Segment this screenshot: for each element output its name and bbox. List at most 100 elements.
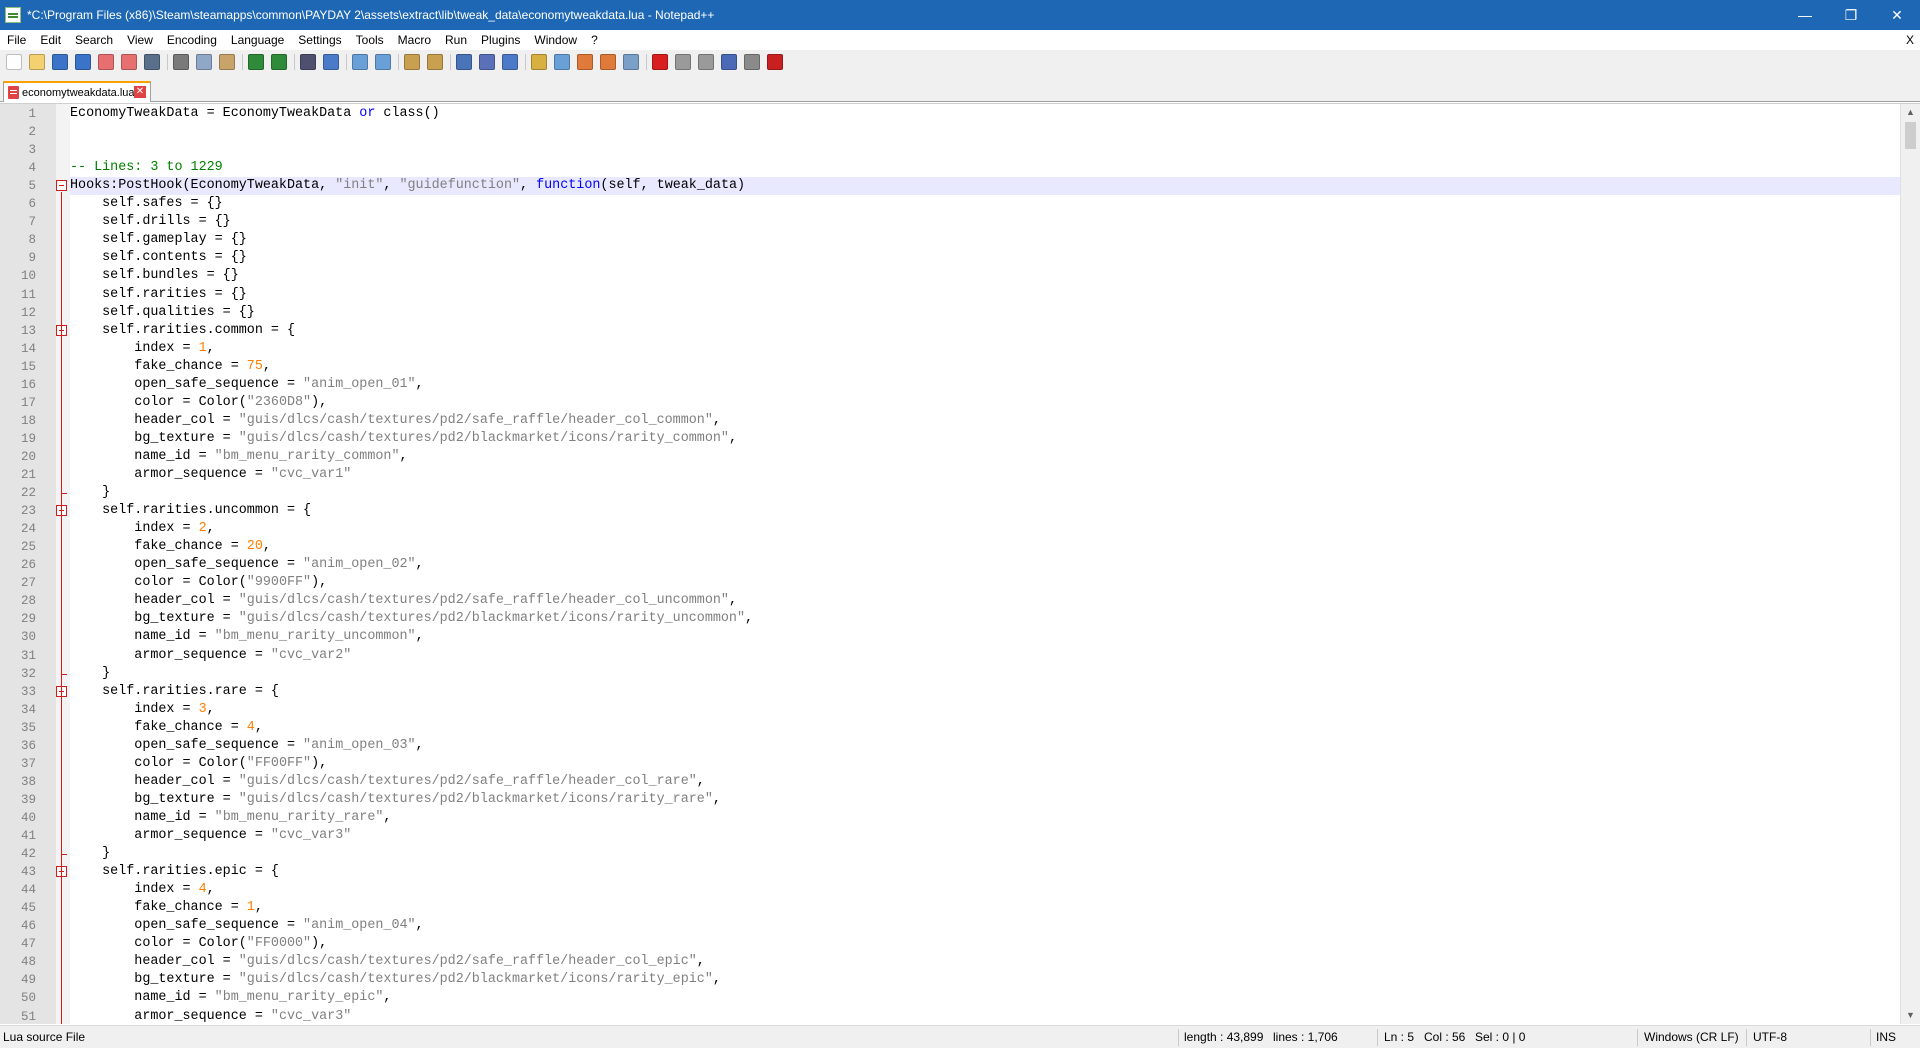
code-line[interactable]: Hooks:PostHook(EconomyTweakData, "init",… — [70, 177, 1900, 196]
monitoring-icon[interactable] — [623, 54, 639, 70]
code-line[interactable]: self.bundles = {} — [70, 267, 1900, 285]
show-all-chars-icon[interactable] — [479, 54, 495, 70]
zoom-out-icon[interactable] — [375, 54, 391, 70]
code-line[interactable]: color = Color("9900FF"), — [70, 574, 1900, 592]
menu-tools[interactable]: Tools — [349, 30, 391, 50]
find-icon[interactable] — [300, 54, 316, 70]
code-line[interactable]: fake_chance = 1, — [70, 899, 1900, 917]
tab-economytweakdata[interactable]: economytweakdata.lua ✕ — [3, 81, 151, 102]
udl-icon[interactable] — [531, 54, 547, 70]
play-macro-icon[interactable] — [698, 54, 714, 70]
menu-macro[interactable]: Macro — [391, 30, 438, 50]
undo-icon[interactable] — [248, 54, 264, 70]
code-line[interactable]: self.rarities.epic = { — [70, 863, 1900, 881]
menu-plugins[interactable]: Plugins — [474, 30, 527, 50]
code-line[interactable]: open_safe_sequence = "anim_open_02", — [70, 556, 1900, 574]
zoom-in-icon[interactable] — [352, 54, 368, 70]
menu-edit[interactable]: Edit — [33, 30, 68, 50]
code-line[interactable]: open_safe_sequence = "anim_open_01", — [70, 376, 1900, 394]
code-line[interactable]: self.rarities = {} — [70, 286, 1900, 304]
code-line[interactable]: header_col = "guis/dlcs/cash/textures/pd… — [70, 412, 1900, 430]
code-line[interactable]: self.rarities.common = { — [70, 322, 1900, 340]
code-line[interactable]: EconomyTweakData = EconomyTweakData or c… — [70, 105, 1900, 123]
stop-macro-icon[interactable] — [675, 54, 691, 70]
scroll-up-icon[interactable]: ▲ — [1901, 104, 1920, 121]
code-line[interactable]: armor_sequence = "cvc_var3" — [70, 827, 1900, 845]
code-line[interactable]: fake_chance = 20, — [70, 538, 1900, 556]
code-line[interactable]: open_safe_sequence = "anim_open_03", — [70, 737, 1900, 755]
code-line[interactable]: header_col = "guis/dlcs/cash/textures/pd… — [70, 592, 1900, 610]
close-all-icon[interactable] — [121, 54, 137, 70]
code-line[interactable]: color = Color("FF00FF"), — [70, 755, 1900, 773]
restore-button[interactable]: ❐ — [1828, 0, 1874, 30]
indent-guide-icon[interactable] — [502, 54, 518, 70]
word-wrap-icon[interactable] — [456, 54, 472, 70]
menu-help[interactable]: ? — [584, 30, 605, 50]
save-all-icon[interactable] — [75, 54, 91, 70]
code-line[interactable]: color = Color("FF0000"), — [70, 935, 1900, 953]
code-line[interactable]: armor_sequence = "cvc_var3" — [70, 1008, 1900, 1025]
code-line[interactable]: bg_texture = "guis/dlcs/cash/textures/pd… — [70, 430, 1900, 448]
scrollbar-thumb[interactable] — [1905, 122, 1916, 149]
code-line[interactable]: color = Color("2360D8"), — [70, 394, 1900, 412]
code-line[interactable]: self.safes = {} — [70, 195, 1900, 213]
code-line[interactable]: } — [70, 665, 1900, 683]
cut-icon[interactable] — [173, 54, 189, 70]
code-line[interactable]: name_id = "bm_menu_rarity_epic", — [70, 989, 1900, 1007]
save-icon[interactable] — [52, 54, 68, 70]
spell-check-icon[interactable] — [767, 54, 783, 70]
code-line[interactable]: bg_texture = "guis/dlcs/cash/textures/pd… — [70, 971, 1900, 989]
editor[interactable]: 1 2 3 4 5 6 7 8 9 10 11 12 13 14 15 16 17 18 19 20 21 22 23 24 2… — [0, 103, 1920, 1024]
code-line[interactable]: index = 2, — [70, 520, 1900, 538]
code-line[interactable]: self.qualities = {} — [70, 304, 1900, 322]
code-line[interactable]: self.rarities.rare = { — [70, 683, 1900, 701]
sync-horizontal-icon[interactable] — [427, 54, 443, 70]
code-line[interactable] — [70, 141, 1900, 159]
code-line[interactable]: } — [70, 484, 1900, 502]
menu-view[interactable]: View — [120, 30, 160, 50]
copy-icon[interactable] — [196, 54, 212, 70]
print-icon[interactable] — [144, 54, 160, 70]
menu-encoding[interactable]: Encoding — [160, 30, 224, 50]
code-line[interactable]: fake_chance = 75, — [70, 358, 1900, 376]
code-line[interactable]: self.rarities.uncommon = { — [70, 502, 1900, 520]
code-line[interactable]: index = 4, — [70, 881, 1900, 899]
code-line[interactable]: index = 1, — [70, 340, 1900, 358]
menu-settings[interactable]: Settings — [291, 30, 348, 50]
replace-icon[interactable] — [323, 54, 339, 70]
code-line[interactable]: header_col = "guis/dlcs/cash/textures/pd… — [70, 773, 1900, 791]
vertical-scrollbar[interactable]: ▲ ▼ — [1900, 104, 1920, 1024]
minimize-button[interactable]: — — [1782, 0, 1828, 30]
paste-icon[interactable] — [219, 54, 235, 70]
close-document-button[interactable]: X — [1906, 30, 1914, 50]
code-line[interactable]: header_col = "guis/dlcs/cash/textures/pd… — [70, 953, 1900, 971]
code-line[interactable]: name_id = "bm_menu_rarity_uncommon", — [70, 628, 1900, 646]
sync-vertical-icon[interactable] — [404, 54, 420, 70]
code-line[interactable]: bg_texture = "guis/dlcs/cash/textures/pd… — [70, 791, 1900, 809]
code-line[interactable]: armor_sequence = "cvc_var2" — [70, 647, 1900, 665]
function-list-icon[interactable] — [577, 54, 593, 70]
menu-language[interactable]: Language — [224, 30, 291, 50]
record-macro-icon[interactable] — [652, 54, 668, 70]
code-line[interactable]: name_id = "bm_menu_rarity_common", — [70, 448, 1900, 466]
code-line[interactable]: } — [70, 845, 1900, 863]
open-file-icon[interactable] — [29, 54, 45, 70]
doc-map-icon[interactable] — [554, 54, 570, 70]
code-line[interactable]: index = 3, — [70, 701, 1900, 719]
tab-close-icon[interactable]: ✕ — [134, 86, 146, 98]
folder-workspace-icon[interactable] — [600, 54, 616, 70]
run-macro-multiple-icon[interactable] — [721, 54, 737, 70]
menu-search[interactable]: Search — [68, 30, 120, 50]
code-line[interactable]: -- Lines: 3 to 1229 — [70, 159, 1900, 177]
redo-icon[interactable] — [271, 54, 287, 70]
close-icon[interactable] — [98, 54, 114, 70]
scroll-down-icon[interactable]: ▼ — [1901, 1007, 1920, 1024]
menu-window[interactable]: Window — [527, 30, 584, 50]
code-line[interactable]: name_id = "bm_menu_rarity_rare", — [70, 809, 1900, 827]
fold-toggle-icon[interactable] — [56, 180, 67, 192]
save-macro-icon[interactable] — [744, 54, 760, 70]
code-line[interactable]: open_safe_sequence = "anim_open_04", — [70, 917, 1900, 935]
code-line[interactable]: self.contents = {} — [70, 249, 1900, 267]
new-file-icon[interactable] — [6, 54, 22, 70]
menu-file[interactable]: File — [0, 30, 33, 50]
